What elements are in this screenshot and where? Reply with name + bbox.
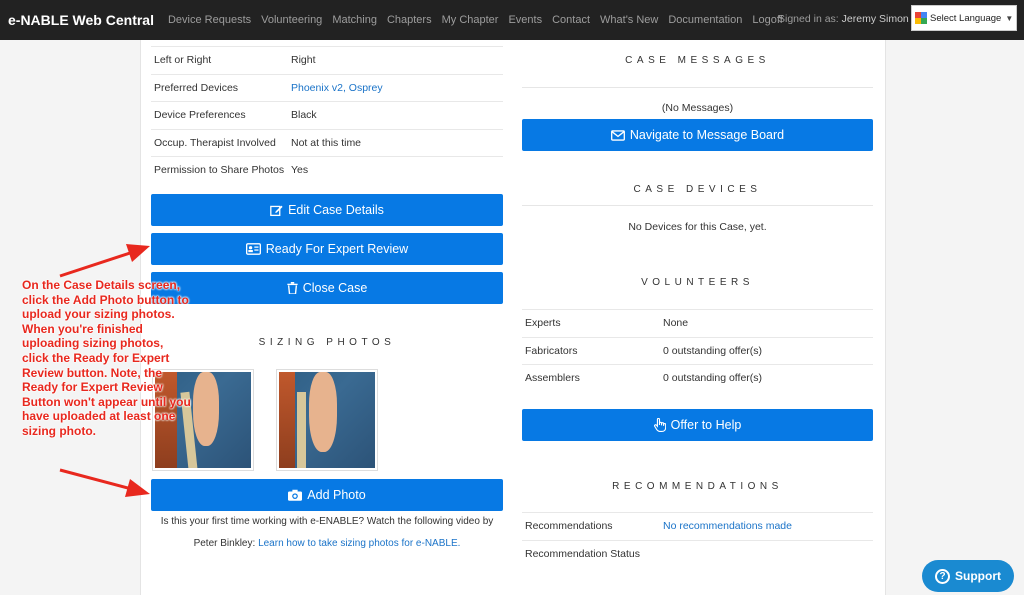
table-row: Occup. Therapist Involved Not at this ti… xyxy=(151,128,503,157)
top-navbar: e-NABLE Web Central Device Requests Volu… xyxy=(0,0,1024,40)
arrow-to-ready-button xyxy=(59,244,150,278)
nav-contact[interactable]: Contact xyxy=(552,14,590,26)
trash-icon xyxy=(287,282,298,294)
ready-for-expert-review-label: Ready For Expert Review xyxy=(265,242,409,256)
caption-line-2-prefix: Peter Binkley: xyxy=(193,538,259,549)
ready-for-expert-review-button[interactable]: Ready For Expert Review xyxy=(151,233,503,265)
divider xyxy=(522,87,873,88)
offer-to-help-button[interactable]: Offer to Help xyxy=(522,409,873,441)
table-row: Assemblers 0 outstanding offer(s) xyxy=(522,364,873,392)
table-row: Preferred Devices Phoenix v2, Osprey xyxy=(151,73,503,102)
detail-label: Occup. Therapist Involved xyxy=(154,136,276,149)
volunteer-value: None xyxy=(663,317,689,330)
sizing-photo-2[interactable] xyxy=(276,369,378,471)
add-photo-button[interactable]: Add Photo xyxy=(151,479,503,511)
preferred-devices-link[interactable]: Phoenix v2, Osprey xyxy=(291,82,383,94)
edit-icon xyxy=(270,205,283,216)
nav-links: Device Requests Volunteering Matching Ch… xyxy=(168,14,793,26)
no-devices-text: No Devices for this Case, yet. xyxy=(628,221,767,233)
edit-case-details-label: Edit Case Details xyxy=(288,203,384,217)
close-case-button[interactable]: Close Case xyxy=(151,272,503,304)
detail-label: Left or Right xyxy=(154,54,212,67)
table-row: Permission to Share Photos Yes xyxy=(151,156,503,184)
nav-my-chapter[interactable]: My Chapter xyxy=(442,14,499,26)
nav-matching[interactable]: Matching xyxy=(332,14,377,26)
volunteer-value: 0 outstanding offer(s) xyxy=(663,344,763,357)
recommendations-title: RECOMMENDATIONS xyxy=(612,481,783,492)
instruction-annotation: On the Case Details screen, click the Ad… xyxy=(22,278,191,438)
volunteers-table: Experts None Fabricators 0 outstanding o… xyxy=(522,309,873,392)
no-messages-text: (No Messages) xyxy=(661,102,734,114)
chevron-down-icon: ▼ xyxy=(1005,13,1014,23)
language-select[interactable]: Select Language ▼ xyxy=(911,5,1017,31)
table-row: Left or Right Right xyxy=(151,46,503,74)
nav-documentation[interactable]: Documentation xyxy=(668,14,742,26)
navigate-to-message-board-label: Navigate to Message Board xyxy=(629,128,785,142)
sizing-photos-title: SIZING PHOTOS xyxy=(258,337,396,348)
recommendations-table: Recommendations No recommendations made … xyxy=(522,512,873,567)
hand-pointer-icon xyxy=(653,418,666,432)
sizing-video-link[interactable]: Learn how to take sizing photos for e-NA… xyxy=(258,538,460,549)
table-row: Device Preferences Black xyxy=(151,101,503,129)
recommendation-label: Recommendations xyxy=(525,520,613,533)
detail-value: Right xyxy=(291,54,316,67)
id-card-icon xyxy=(245,243,261,255)
recommendation-label: Recommendation Status xyxy=(525,547,640,560)
language-select-label: Select Language xyxy=(930,12,1002,24)
edit-case-details-button[interactable]: Edit Case Details xyxy=(151,194,503,226)
nav-device-requests[interactable]: Device Requests xyxy=(168,14,251,26)
table-row: Recommendations No recommendations made xyxy=(522,512,873,540)
support-button[interactable]: ? Support xyxy=(922,560,1014,592)
volunteers-title: VOLUNTEERS xyxy=(641,277,754,288)
volunteer-label: Experts xyxy=(525,317,561,330)
close-case-label: Close Case xyxy=(302,281,368,295)
case-devices-title: CASE DEVICES xyxy=(633,184,762,195)
nav-volunteering[interactable]: Volunteering xyxy=(261,14,322,26)
google-translate-icon xyxy=(915,12,927,24)
user-name: Jeremy Simon xyxy=(841,13,909,25)
arrow-to-add-photo-button xyxy=(59,468,150,497)
signed-in-prefix: Signed in as: xyxy=(778,13,842,25)
case-messages-title: CASE MESSAGES xyxy=(625,55,770,66)
case-details-table: Left or Right Right Preferred Devices Ph… xyxy=(151,46,503,184)
detail-value: Yes xyxy=(291,164,309,177)
detail-label: Preferred Devices xyxy=(154,81,239,94)
table-row: Recommendation Status xyxy=(522,539,873,568)
add-photo-label: Add Photo xyxy=(307,488,366,502)
detail-label: Permission to Share Photos xyxy=(154,164,285,177)
nav-chapters[interactable]: Chapters xyxy=(387,14,432,26)
divider xyxy=(522,205,873,206)
brand-title[interactable]: e-NABLE Web Central xyxy=(8,12,154,28)
table-row: Experts None xyxy=(522,309,873,337)
volunteer-label: Assemblers xyxy=(525,372,580,385)
nav-whats-new[interactable]: What's New xyxy=(600,14,658,26)
recommendation-link[interactable]: No recommendations made xyxy=(663,520,792,532)
envelope-icon xyxy=(610,129,625,141)
sizing-caption: Is this your first time working with e-E… xyxy=(151,511,503,555)
camera-icon xyxy=(288,489,303,501)
table-row: Fabricators 0 outstanding offer(s) xyxy=(522,336,873,365)
detail-label: Device Preferences xyxy=(154,109,246,122)
signed-in-text: Signed in as: Jeremy Simon xyxy=(778,13,909,25)
volunteer-label: Fabricators xyxy=(525,344,578,357)
detail-value: Black xyxy=(291,109,317,122)
question-icon: ? xyxy=(935,568,950,584)
navigate-to-message-board-button[interactable]: Navigate to Message Board xyxy=(522,119,873,151)
volunteer-value: 0 outstanding offer(s) xyxy=(663,372,763,385)
offer-to-help-label: Offer to Help xyxy=(670,418,742,432)
caption-line-1: Is this your first time working with e-E… xyxy=(160,516,494,527)
nav-events[interactable]: Events xyxy=(508,14,542,26)
support-label: Support xyxy=(955,569,1001,583)
caption-line-2: Peter Binkley: Learn how to take sizing … xyxy=(151,533,503,555)
detail-value: Not at this time xyxy=(291,136,362,149)
